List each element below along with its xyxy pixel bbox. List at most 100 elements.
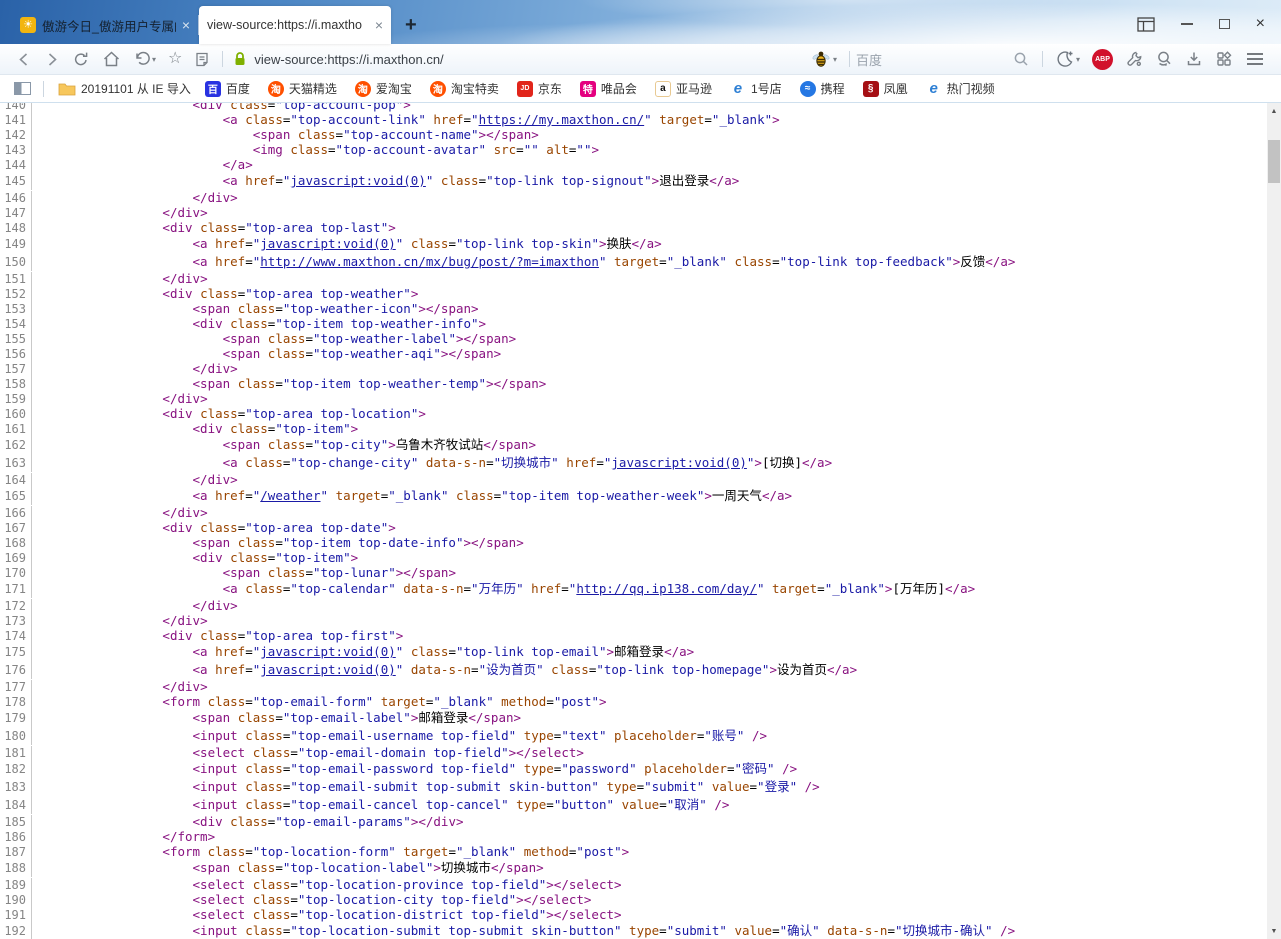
notes-button[interactable]: [188, 46, 216, 72]
bookmark-label: 亚马逊: [676, 80, 712, 97]
source-link[interactable]: javascript:void(0): [260, 236, 395, 251]
line-number: 173: [0, 614, 32, 629]
tab-close-icon[interactable]: ×: [375, 18, 383, 32]
source-link[interactable]: http://www.maxthon.cn/mx/bug/post/?m=ima…: [260, 254, 599, 269]
search-engine-bee-icon[interactable]: ▾: [804, 46, 843, 72]
night-mode-moon-icon[interactable]: ▾: [1049, 46, 1086, 72]
source-line-code: <form class="top-location-form" target="…: [32, 844, 629, 859]
toolbar-separator: [222, 51, 223, 67]
undo-closed-tabs-button[interactable]: ▾: [127, 46, 162, 72]
https-lock-icon[interactable]: [233, 51, 247, 67]
search-icon[interactable]: [1006, 46, 1036, 72]
toolbar-separator: [849, 51, 850, 67]
line-number: 177: [0, 680, 32, 695]
tab-maxthon-today[interactable]: ☀ 傲游今日_傲游用户专属的网 ×: [12, 6, 198, 44]
reload-button[interactable]: [66, 46, 96, 72]
line-number: 156: [0, 347, 32, 362]
bookmark-favicon-icon: 百: [205, 81, 221, 97]
source-line: 183 <input class="top-email-submit top-s…: [0, 778, 1267, 796]
source-line-code: <div class="top-area top-weather">: [32, 286, 418, 301]
source-line-code: </div>: [32, 598, 238, 613]
bookmark-item[interactable]: 淘天猫精选: [268, 80, 337, 97]
scrollbar-thumb[interactable]: [1268, 140, 1280, 183]
source-line-code: <span class="top-item top-date-info"></s…: [32, 535, 524, 550]
adblock-plus-icon[interactable]: ABP: [1086, 46, 1119, 72]
source-line: 140 <div class="top-account-pop">: [0, 103, 1267, 112]
tab-bar: ☀ 傲游今日_傲游用户专属的网 × view-source:https://i.…: [0, 0, 1281, 44]
source-line-code: <input class="top-email-cancel top-cance…: [32, 796, 729, 814]
line-number: 149: [0, 235, 32, 253]
boss-key-layout-icon[interactable]: [1137, 17, 1155, 32]
new-tab-button[interactable]: +: [405, 15, 417, 35]
address-bar[interactable]: view-source:https://i.maxthon.cn/: [229, 51, 804, 67]
vertical-scrollbar[interactable]: ▲ ▼: [1267, 103, 1281, 939]
developer-wrench-icon[interactable]: [1119, 46, 1149, 72]
bookmark-item[interactable]: 百百度: [205, 80, 250, 97]
source-line-code: <select class="top-location-province top…: [32, 877, 622, 892]
forward-button[interactable]: [38, 46, 66, 72]
source-line-code: </div>: [32, 271, 208, 286]
line-number: 162: [0, 436, 32, 454]
source-line-code: <img class="top-account-avatar" src="" a…: [32, 142, 599, 157]
bookmark-item[interactable]: ≈携程: [800, 80, 845, 97]
source-line-code: <div class="top-item top-weather-info">: [32, 316, 486, 331]
source-link[interactable]: javascript:void(0): [260, 662, 395, 677]
scroll-down-arrow-icon[interactable]: ▼: [1267, 923, 1281, 939]
bookmark-label: 携程: [821, 80, 845, 97]
url-text[interactable]: view-source:https://i.maxthon.cn/: [254, 52, 443, 67]
scroll-up-arrow-icon[interactable]: ▲: [1267, 103, 1281, 119]
source-line-code: </div>: [32, 613, 208, 628]
source-line: 192 <input class="top-location-submit to…: [0, 922, 1267, 939]
source-line-code: <input class="top-email-password top-fie…: [32, 760, 797, 778]
resource-sniffer-icon[interactable]: [1149, 46, 1179, 72]
chevron-down-icon[interactable]: ▾: [152, 55, 156, 64]
bookmark-item[interactable]: a亚马逊: [655, 80, 712, 97]
split-screen-grid-icon[interactable]: [1209, 46, 1239, 72]
source-line-code: <div class="top-area top-first">: [32, 628, 403, 643]
source-link[interactable]: javascript:void(0): [290, 173, 425, 188]
favorites-star-button[interactable]: ☆: [162, 46, 188, 72]
main-menu-hamburger-icon[interactable]: [1239, 46, 1271, 72]
star-icon: ☆: [168, 51, 182, 67]
back-button[interactable]: [10, 46, 38, 72]
source-line: 173 </div>: [0, 613, 1267, 628]
download-icon[interactable]: [1179, 46, 1209, 72]
bookmark-folder-ie-import[interactable]: 20191101 从 IE 导入: [58, 80, 191, 97]
source-link[interactable]: http://qq.ip138.com/day/: [576, 581, 757, 596]
sidebar-toggle-icon[interactable]: [8, 76, 37, 102]
bookmark-item[interactable]: 淘淘宝特卖: [430, 80, 499, 97]
chevron-down-icon[interactable]: ▾: [833, 55, 837, 64]
source-link[interactable]: javascript:void(0): [260, 644, 395, 659]
source-line-code: <span class="top-city">乌鲁木齐牧试站</span>: [32, 436, 536, 454]
source-line: 145 <a href="javascript:void(0)" class="…: [0, 172, 1267, 190]
source-line: 188 <span class="top-location-label">切换城…: [0, 859, 1267, 877]
source-link[interactable]: https://my.maxthon.cn/: [479, 112, 645, 127]
line-number: 147: [0, 206, 32, 221]
line-number: 160: [0, 407, 32, 422]
line-number: 150: [0, 253, 32, 271]
minimize-button[interactable]: [1181, 23, 1193, 25]
source-line-code: <span class="top-location-label">切换城市</s…: [32, 859, 544, 877]
source-link[interactable]: /weather: [260, 488, 320, 503]
bookmark-item[interactable]: 淘爱淘宝: [355, 80, 412, 97]
home-button[interactable]: [96, 46, 127, 72]
bookmark-item[interactable]: §凤凰: [863, 80, 908, 97]
search-input[interactable]: 百度: [856, 50, 1006, 69]
tab-view-source[interactable]: view-source:https://i.maxtho ×: [199, 6, 391, 44]
source-line-code: </div>: [32, 679, 208, 694]
source-line: 169 <div class="top-item">: [0, 550, 1267, 565]
tab-close-icon[interactable]: ×: [182, 18, 190, 32]
chevron-down-icon[interactable]: ▾: [1076, 55, 1080, 64]
browser-window: ☀ 傲游今日_傲游用户专属的网 × view-source:https://i.…: [0, 0, 1281, 939]
source-line-code: <a class="top-change-city" data-s-n="切换城…: [32, 454, 832, 472]
bookmark-item[interactable]: 特唯品会: [580, 80, 637, 97]
line-number: 179: [0, 709, 32, 727]
bookmark-item[interactable]: e热门视频: [926, 80, 995, 97]
close-button[interactable]: ×: [1256, 16, 1265, 32]
bookmark-item[interactable]: JD京东: [517, 80, 562, 97]
bookmark-item[interactable]: e1号店: [730, 80, 782, 97]
source-link[interactable]: javascript:void(0): [611, 455, 746, 470]
bookmark-favicon-icon: 淘: [430, 81, 446, 97]
line-number: 163: [0, 454, 32, 472]
maximize-button[interactable]: [1219, 19, 1230, 29]
